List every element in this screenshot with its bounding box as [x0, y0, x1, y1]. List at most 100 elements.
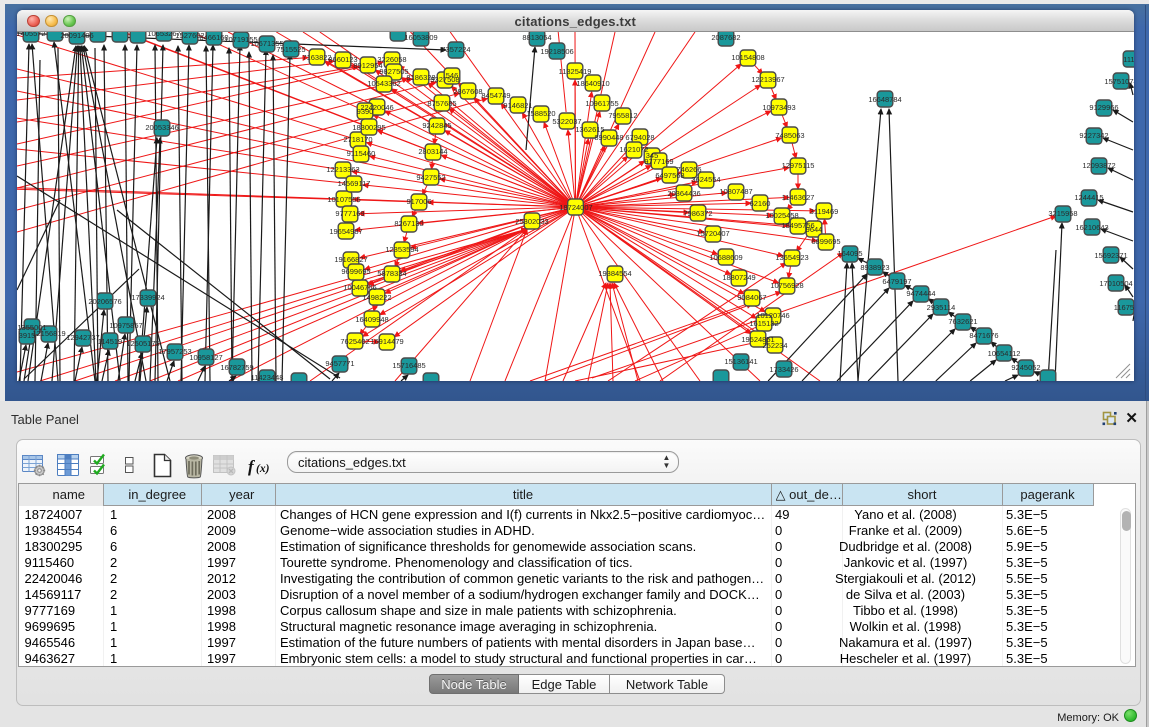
- svg-text:10961755: 10961755: [585, 99, 618, 108]
- svg-text:1498222: 1498222: [362, 293, 391, 302]
- svg-text:16210643: 16210643: [1075, 223, 1108, 232]
- svg-text:3119469: 3119469: [810, 207, 839, 216]
- svg-text:13654923: 13654923: [775, 253, 808, 262]
- svg-text:18724007: 18724007: [559, 203, 592, 212]
- svg-text:9827505: 9827505: [379, 67, 408, 76]
- svg-text:7986372: 7986372: [683, 209, 712, 218]
- svg-text:9242845: 9242845: [422, 121, 451, 130]
- svg-text:1733426: 1733426: [769, 365, 798, 374]
- svg-text:1615132: 1615132: [749, 319, 778, 328]
- svg-text:7632621: 7632621: [948, 317, 977, 326]
- svg-text:8454749: 8454749: [481, 91, 510, 100]
- svg-text:9457771: 9457771: [325, 359, 354, 368]
- svg-text:19218506: 19218506: [540, 47, 573, 56]
- svg-text:7485063: 7485063: [775, 131, 804, 140]
- svg-text:7955812: 7955812: [608, 111, 637, 120]
- svg-text:11325419: 11325419: [559, 67, 592, 76]
- svg-text:1405572: 1405572: [17, 32, 46, 38]
- svg-text:16648784: 16648784: [868, 95, 901, 104]
- svg-text:8267130: 8267130: [394, 219, 423, 228]
- svg-text:9390: 9390: [357, 107, 374, 116]
- svg-text:10107556: 10107556: [327, 195, 360, 204]
- svg-text:3624554: 3624554: [691, 175, 720, 184]
- svg-text:12213967: 12213967: [751, 75, 784, 84]
- svg-text:3226058: 3226058: [377, 55, 406, 64]
- svg-text:8990448: 8990448: [594, 133, 623, 142]
- svg-text:20206576: 20206576: [88, 297, 121, 306]
- svg-text:9644: 9644: [806, 225, 823, 234]
- svg-text:(x): (x): [256, 463, 270, 475]
- svg-text:10958127: 10958127: [189, 353, 222, 362]
- svg-text:10543362: 10543362: [367, 79, 400, 88]
- svg-text:18807249: 18807249: [722, 273, 755, 282]
- svg-text:9699695: 9699695: [341, 267, 370, 276]
- svg-text:9115460: 9115460: [347, 149, 376, 158]
- svg-text:15720407: 15720407: [696, 229, 729, 238]
- svg-text:114519: 114519: [98, 337, 122, 346]
- svg-text:546: 546: [446, 71, 459, 80]
- svg-text:3215958: 3215958: [1048, 209, 1077, 218]
- svg-text:10154808: 10154808: [731, 53, 764, 62]
- svg-text:7625402: 7625402: [340, 337, 369, 346]
- svg-text:2087682: 2087682: [711, 33, 740, 42]
- svg-text:20053346: 20053346: [145, 123, 178, 132]
- svg-text:12942737: 12942737: [66, 333, 99, 342]
- svg-text:10046766: 10046766: [343, 283, 376, 292]
- svg-text:f: f: [248, 457, 256, 476]
- svg-text:2935114: 2935114: [927, 303, 956, 312]
- svg-text:10688609: 10688609: [709, 253, 742, 262]
- svg-text:15751074: 15751074: [1104, 77, 1133, 86]
- svg-text:15692371: 15692371: [1094, 251, 1127, 260]
- svg-text:10025458: 10025458: [765, 211, 798, 220]
- svg-text:9245052: 9245052: [1011, 363, 1040, 372]
- svg-text:8757685: 8757685: [427, 99, 456, 108]
- svg-text:116753: 116753: [1114, 303, 1134, 312]
- svg-text:9777169: 9777169: [335, 209, 364, 218]
- svg-text:7163822: 7163822: [302, 53, 331, 62]
- svg-text:20364436: 20364436: [667, 189, 700, 198]
- svg-text:10975857: 10975857: [109, 321, 142, 330]
- svg-text:10973493: 10973493: [762, 103, 795, 112]
- svg-text:1244415: 1244415: [1074, 193, 1103, 202]
- svg-text:19384554: 19384554: [598, 269, 631, 278]
- svg-text:9227342: 9227342: [1079, 131, 1108, 140]
- svg-text:9474444: 9474444: [906, 289, 935, 298]
- svg-text:15136141: 15136141: [724, 357, 757, 366]
- svg-text:6794028: 6794028: [625, 133, 654, 142]
- svg-text:7515525: 7515525: [276, 45, 305, 54]
- svg-text:9427552: 9427552: [416, 173, 445, 182]
- svg-text:2867608: 2867608: [453, 87, 482, 96]
- svg-text:19654987: 19654987: [329, 227, 362, 236]
- svg-text:10807487: 10807487: [719, 187, 752, 196]
- svg-text:16053809: 16053809: [404, 33, 437, 42]
- svg-text:2718170: 2718170: [343, 135, 372, 144]
- svg-text:12213363: 12213363: [326, 165, 359, 174]
- svg-text:10756928: 10756928: [770, 281, 803, 290]
- svg-text:6899695: 6899695: [811, 237, 840, 246]
- svg-text:12093872: 12093872: [1082, 161, 1115, 170]
- svg-text:17010504: 17010504: [1099, 279, 1132, 288]
- svg-text:16782759: 16782759: [220, 363, 253, 372]
- svg-text:9129966: 9129966: [1089, 103, 1118, 112]
- svg-text:5878334: 5878334: [377, 269, 406, 278]
- svg-text:16914479: 16914479: [370, 337, 403, 346]
- svg-text:8938923: 8938923: [860, 263, 889, 272]
- svg-text:25302033: 25302033: [515, 217, 548, 226]
- svg-text:16409948: 16409948: [355, 315, 388, 324]
- svg-text:917006: 917006: [406, 197, 431, 206]
- svg-text:1621072: 1621072: [619, 145, 648, 154]
- svg-text:8813054: 8813054: [522, 33, 551, 42]
- svg-text:11423448: 11423448: [251, 373, 284, 381]
- svg-text:15716485: 15716485: [392, 361, 425, 370]
- svg-text:19166827: 19166827: [334, 255, 367, 264]
- svg-text:17957253: 17957253: [158, 347, 191, 356]
- svg-text:1112: 1112: [1123, 55, 1133, 64]
- svg-text:12505175: 12505175: [126, 339, 159, 348]
- svg-text:11463627: 11463627: [782, 193, 815, 202]
- svg-text:12975115: 12975115: [782, 161, 815, 170]
- svg-text:12353594: 12353594: [385, 245, 418, 254]
- svg-text:9084067: 9084067: [737, 293, 766, 302]
- svg-text:164095: 164095: [837, 249, 862, 258]
- svg-text:12156819: 12156819: [32, 329, 65, 338]
- svg-text:20091406: 20091406: [60, 32, 93, 40]
